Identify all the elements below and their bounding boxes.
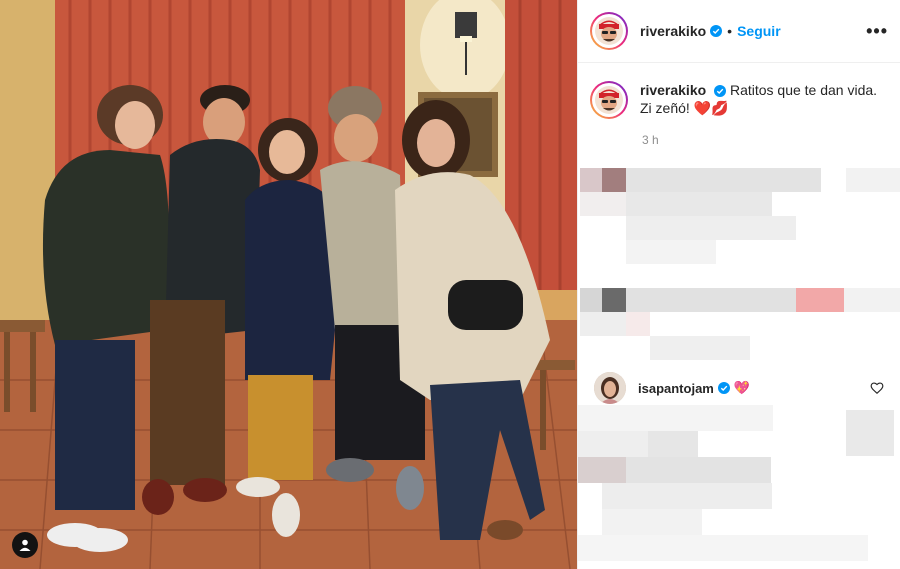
commenter-username[interactable]: isapantojam (638, 381, 714, 396)
verified-badge-icon (717, 382, 730, 394)
post-timestamp[interactable]: 3 h (642, 133, 900, 147)
verified-badge-icon (714, 85, 727, 98)
user-tag-button[interactable] (12, 532, 38, 558)
header-separator: • (727, 23, 733, 39)
commenter-avatar[interactable] (594, 372, 626, 404)
redacted-comment (578, 168, 900, 268)
user-tag-icon (19, 539, 31, 551)
author-username[interactable]: riverakiko (640, 23, 706, 39)
caption-line-1: Ratitos que te dan vida. (729, 82, 878, 98)
photo-scene (0, 0, 577, 569)
caption-text: riverakiko Ratitos que te dan vida. Zi z… (640, 81, 877, 119)
post-header: riverakiko • Seguir ••• (578, 0, 900, 63)
post-caption: riverakiko Ratitos que te dan vida. Zi z… (578, 63, 900, 119)
redacted-comment (578, 288, 900, 363)
comment-row: isapantojam 💖 (594, 372, 894, 404)
caption-username[interactable]: riverakiko (640, 82, 706, 98)
follow-button[interactable]: Seguir (737, 23, 781, 39)
post-sidebar: riverakiko • Seguir ••• riverakiko Ratit… (577, 0, 900, 569)
avatar-face-icon (595, 86, 623, 114)
caption-avatar[interactable] (590, 81, 628, 119)
verified-badge-icon (710, 25, 723, 37)
heart-outline-icon[interactable] (870, 381, 884, 395)
post-photo[interactable] (0, 0, 577, 569)
caption-line-2: Zi zeñó! ❤️💋 (640, 100, 729, 116)
avatar-face-icon (595, 17, 623, 45)
comment-emoji: 💖 (733, 380, 751, 395)
redacted-comment (578, 405, 900, 569)
more-options-icon[interactable]: ••• (866, 22, 888, 40)
author-avatar[interactable] (590, 12, 628, 50)
